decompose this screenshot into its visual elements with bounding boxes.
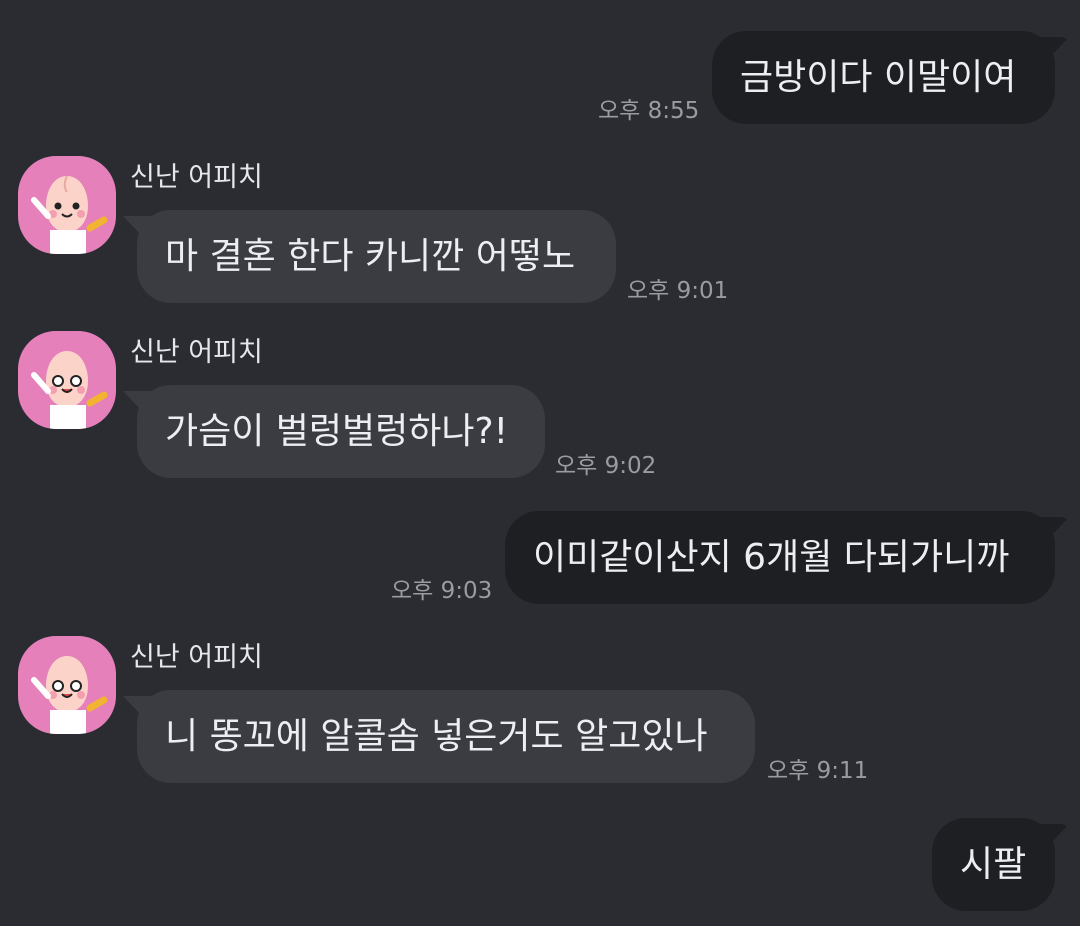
message-text: 니 똥꼬에 알콜솜 넣은거도 알고있나: [165, 715, 708, 757]
message-text: 마 결혼 한다 카니깐 어떻노: [165, 235, 576, 277]
their-message-bubble[interactable]: 가슴이 벌렁벌렁하나?!: [137, 385, 545, 478]
sender-name: 신난 어피치: [130, 337, 263, 368]
sender-name: 신난 어피치: [130, 162, 263, 193]
sender-name: 신난 어피치: [130, 642, 263, 673]
chat-room[interactable]: 금방이다 이말이여 오후 8:55 신난 어피치 마 결혼 한다 카니깐 어떻노…: [0, 0, 1080, 926]
apeach-avatar-icon: [31, 351, 108, 429]
message-time: 오후 9:01: [627, 278, 729, 304]
their-message-bubble[interactable]: 니 똥꼬에 알콜솜 넣은거도 알고있나: [137, 690, 755, 783]
message-time: 오후 8:55: [598, 98, 700, 124]
apeach-avatar-icon: [31, 175, 108, 254]
message-time: 오후 9:03: [391, 578, 493, 604]
their-message-bubble[interactable]: 마 결혼 한다 카니깐 어떻노: [137, 210, 616, 303]
my-message-bubble[interactable]: 이미같이산지 6개월 다되가니까: [505, 511, 1055, 604]
apeach-avatar[interactable]: [18, 331, 116, 429]
apeach-avatar[interactable]: [18, 636, 116, 734]
message-time: 오후 9:11: [767, 758, 869, 784]
message-text: 이미같이산지 6개월 다되가니까: [533, 536, 1010, 578]
message-time: 오후 9:02: [555, 453, 657, 479]
message-text: 가슴이 벌렁벌렁하나?!: [165, 410, 509, 452]
apeach-avatar[interactable]: [18, 156, 116, 254]
message-text: 금방이다 이말이여: [740, 56, 1017, 98]
message-text: 시팔: [960, 843, 1027, 885]
apeach-avatar-icon: [31, 656, 108, 734]
my-message-bubble[interactable]: 금방이다 이말이여: [712, 31, 1055, 124]
my-message-bubble[interactable]: 시팔: [932, 818, 1055, 911]
